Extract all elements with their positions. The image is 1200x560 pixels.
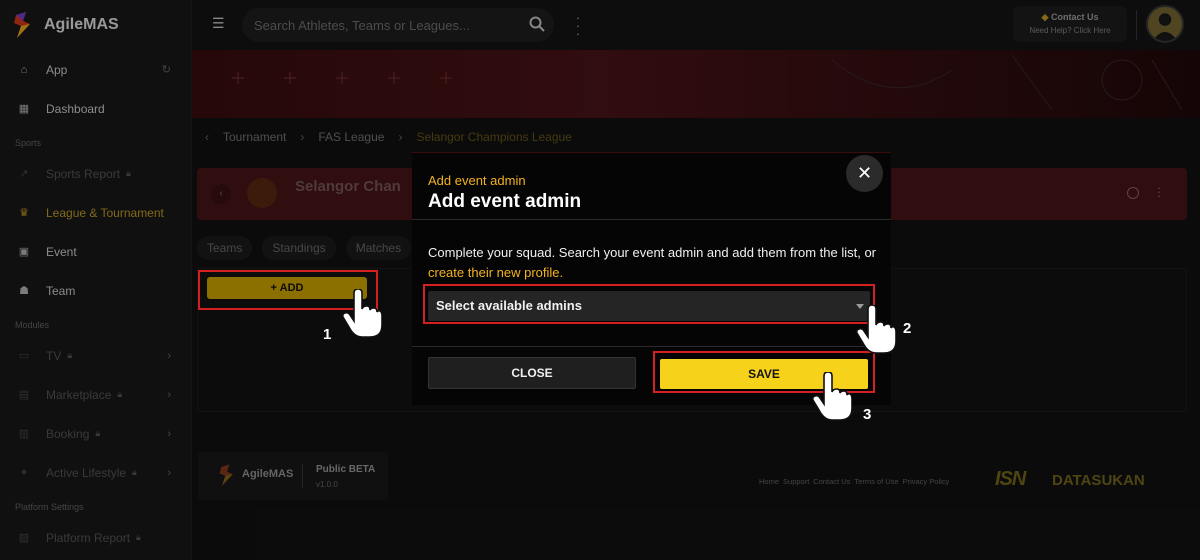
create-profile-link[interactable]: create their new profile. (428, 265, 563, 280)
step-number: 2 (903, 320, 912, 337)
modal-description-text: Complete your squad. Search your event a… (428, 245, 877, 260)
modal-description: Complete your squad. Search your event a… (428, 243, 878, 283)
modal-subtitle: Add event admin (428, 173, 526, 188)
pointer-hand-icon (812, 372, 852, 421)
step-number: 3 (863, 406, 872, 423)
highlight-select (423, 284, 875, 324)
pointer-hand-icon (342, 289, 382, 338)
modal-title: Add event admin (428, 191, 582, 212)
divider (412, 346, 891, 347)
close-icon[interactable]: ✕ (846, 155, 883, 192)
divider (412, 219, 891, 220)
pointer-hand-icon (856, 305, 896, 354)
close-button[interactable]: CLOSE (428, 357, 636, 389)
step-number: 1 (323, 326, 332, 343)
